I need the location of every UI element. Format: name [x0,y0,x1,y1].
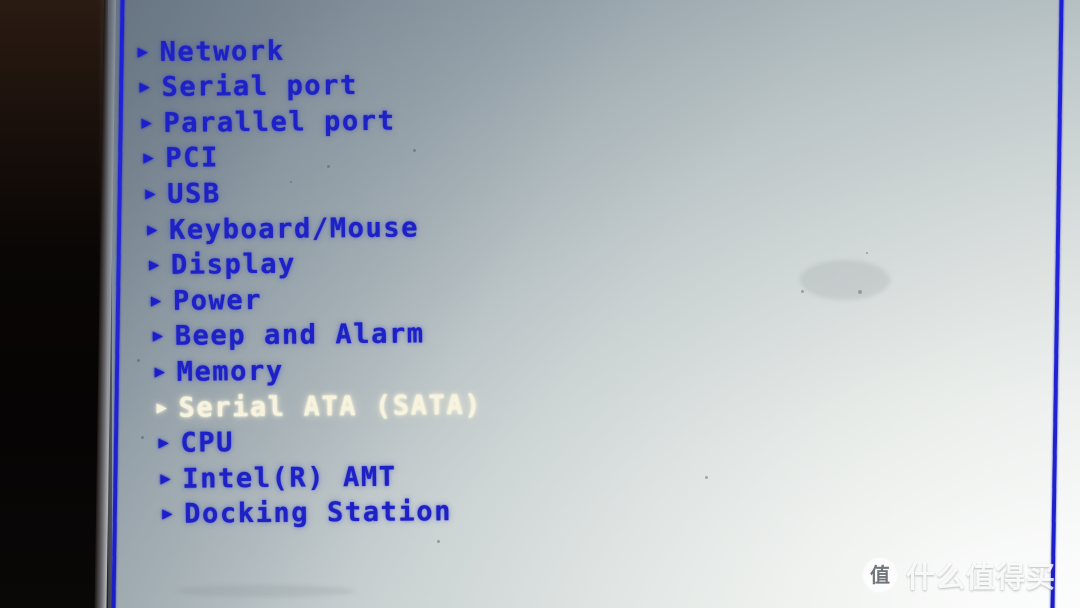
bios-setup-screen-photo: ▶ Network ▶ Serial port ▶ Parallel port ▶ PCI ▶ U… [0,0,1080,608]
submenu-arrow-icon: ▶ [137,41,148,62]
bios-config-menu-list: ▶ Network ▶ Serial port ▶ Parallel port ▶ PCI ▶ U… [0,0,1080,608]
submenu-arrow-icon: ▶ [152,326,164,347]
submenu-arrow-icon: ▶ [160,468,171,489]
submenu-arrow-icon: ▶ [146,219,158,240]
menu-item-docking-station[interactable]: ▶ Docking Station [162,495,452,532]
submenu-arrow-icon: ▶ [156,397,167,418]
watermark-text: 什么值得买 [905,560,1056,594]
menu-item-label: Beep and Alarm [174,318,425,353]
menu-item-label: Parallel port [163,105,396,139]
submenu-arrow-icon: ▶ [154,361,165,382]
watermark-logo-icon: 值 [862,558,897,592]
submenu-arrow-icon: ▶ [148,255,160,276]
menu-item-keyboard-mouse[interactable]: ▶ Keyboard/Mouse [147,210,419,247]
menu-item-label: Network [159,35,285,68]
menu-item-power[interactable]: ▶ Power [151,283,263,318]
menu-item-memory[interactable]: ▶ Memory [154,354,284,389]
menu-item-label: Serial port [161,70,359,103]
menu-item-label: Memory [176,355,284,388]
menu-item-network[interactable]: ▶ Network [137,34,285,69]
menu-item-label: Display [170,248,297,281]
submenu-arrow-icon: ▶ [150,290,162,311]
watermark: 值 什么值得买 [862,554,1056,596]
menu-item-label: Keyboard/Mouse [168,211,420,246]
submenu-arrow-icon: ▶ [162,504,173,525]
menu-item-parallel-port[interactable]: ▶ Parallel port [141,104,395,140]
menu-item-cpu[interactable]: ▶ CPU [158,426,234,461]
menu-item-display[interactable]: ▶ Display [149,247,296,282]
menu-item-label: Serial ATA (SATA) [178,389,483,424]
submenu-arrow-icon: ▶ [141,112,152,133]
menu-item-beep-and-alarm[interactable]: ▶ Beep and Alarm [153,317,425,354]
menu-item-label: USB [167,178,221,210]
menu-item-usb[interactable]: ▶ USB [145,177,221,212]
submenu-arrow-icon: ▶ [158,432,169,454]
menu-item-label: CPU [180,427,235,459]
submenu-arrow-icon: ▶ [145,183,156,204]
submenu-arrow-icon: ▶ [139,77,150,98]
menu-item-serial-port[interactable]: ▶ Serial port [139,69,358,105]
submenu-arrow-icon: ▶ [143,148,154,169]
menu-item-intel-r-amt[interactable]: ▶ Intel(R) AMT [160,460,397,496]
menu-item-serial-ata-sata[interactable]: ▶ Serial ATA (SATA) [156,388,482,425]
menu-item-label: PCI [165,142,220,175]
menu-item-pci[interactable]: ▶ PCI [143,141,219,176]
menu-item-label: Docking Station [184,496,453,530]
menu-item-label: Power [172,284,263,317]
menu-item-label: Intel(R) AMT [182,461,397,495]
